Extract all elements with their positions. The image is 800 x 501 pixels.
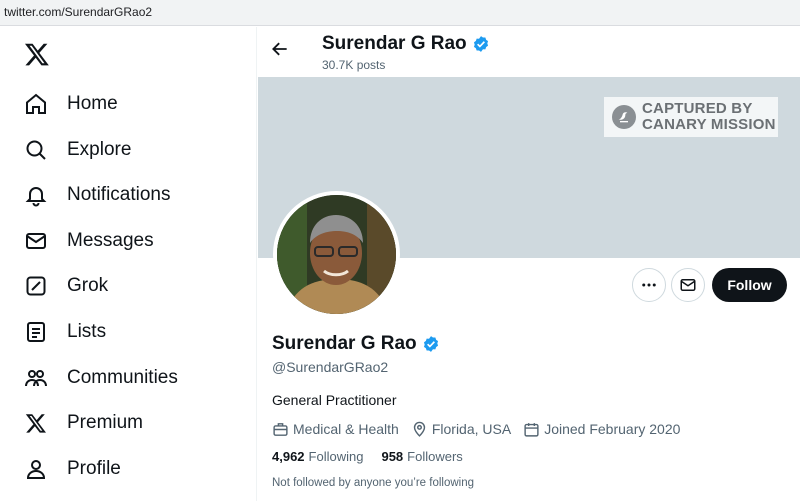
profile-meta: Medical & Health Florida, USA Joined Feb… <box>272 419 692 439</box>
profile-header-bar: Surendar G Rao 30.7K posts <box>258 27 800 77</box>
location-pin-icon <box>411 421 432 438</box>
post-count: 30.7K posts <box>322 58 386 72</box>
followers-link[interactable]: 958 Followers <box>381 449 462 464</box>
header-name: Surendar G Rao <box>322 33 490 55</box>
sidebar-item-premium[interactable]: Premium <box>22 408 143 438</box>
watermark-line-1: CAPTURED BY <box>642 100 753 117</box>
following-link[interactable]: 4,962 Following <box>272 449 363 464</box>
follow-button[interactable]: Follow <box>712 268 787 302</box>
joined-item: Joined February 2020 <box>523 421 680 438</box>
follow-stats: 4,962 Following 958 Followers <box>272 449 481 464</box>
sidebar-item-lists[interactable]: Lists <box>22 317 106 347</box>
home-icon <box>22 90 50 118</box>
profile-main: Surendar G Rao 30.7K posts CAPTURED BY C… <box>258 27 800 501</box>
calendar-icon <box>523 421 544 438</box>
search-icon <box>22 136 50 164</box>
sidebar-item-notifications[interactable]: Notifications <box>22 180 171 210</box>
profile-name: Surendar G Rao <box>272 333 440 355</box>
sidebar-item-label: Lists <box>67 321 107 342</box>
message-button[interactable] <box>671 268 705 302</box>
profile-bio: General Practitioner <box>272 392 397 408</box>
person-icon <box>22 455 50 483</box>
sidebar-item-label: Premium <box>67 412 144 433</box>
mutual-followers-note: Not followed by anyone you’re following <box>272 477 475 489</box>
sidebar-item-home[interactable]: Home <box>22 89 118 119</box>
grok-icon <box>22 272 50 300</box>
x-logo-icon[interactable] <box>24 41 50 67</box>
profile-handle: @SurendarGRao2 <box>272 359 389 375</box>
canary-bird-icon <box>612 105 636 129</box>
more-dots-icon <box>640 276 658 294</box>
envelope-icon <box>679 276 697 294</box>
briefcase-icon <box>272 421 293 438</box>
sidebar-item-label: Explore <box>67 139 132 160</box>
location-item: Florida, USA <box>411 421 511 438</box>
followers-count: 958 <box>381 449 404 464</box>
joined-text: Joined February 2020 <box>544 421 681 437</box>
verified-badge-icon <box>472 35 490 53</box>
header-name-text: Surendar G Rao <box>322 33 467 54</box>
following-label: Following <box>308 449 364 464</box>
x-logo-icon <box>22 409 50 437</box>
sidebar-item-label: Grok <box>67 275 109 296</box>
verified-badge-icon <box>422 335 440 353</box>
location-text: Florida, USA <box>431 421 512 437</box>
sidebar-item-communities[interactable]: Communities <box>22 363 178 393</box>
following-count: 4,962 <box>272 449 305 464</box>
sidebar-item-messages[interactable]: Messages <box>22 226 154 256</box>
people-icon <box>22 364 50 392</box>
profile-name-text: Surendar G Rao <box>272 333 417 354</box>
category-text: Medical & Health <box>293 421 399 437</box>
category-item: Medical & Health <box>272 421 399 438</box>
sidebar-item-label: Home <box>67 93 118 114</box>
sidebar-item-profile[interactable]: Profile <box>22 454 121 484</box>
sidebar-item-label: Profile <box>67 458 121 479</box>
back-arrow-icon[interactable] <box>270 39 294 63</box>
sidebar: Home Explore Notifications Messages Grok… <box>0 27 257 501</box>
sidebar-item-label: Messages <box>67 230 154 251</box>
more-options-button[interactable] <box>632 268 666 302</box>
sidebar-item-label: Communities <box>67 367 178 388</box>
sidebar-item-label: Notifications <box>67 184 171 205</box>
list-icon <box>22 318 50 346</box>
watermark-line-2: CANARY MISSION <box>642 116 776 133</box>
browser-address-bar[interactable]: twitter.com/SurendarGRao2 <box>0 0 800 26</box>
avatar[interactable] <box>273 191 400 318</box>
bell-icon <box>22 181 50 209</box>
followers-label: Followers <box>407 449 463 464</box>
sidebar-item-grok[interactable]: Grok <box>22 271 108 301</box>
canary-mission-watermark: CAPTURED BY CANARY MISSION <box>604 97 778 137</box>
sidebar-item-explore[interactable]: Explore <box>22 135 131 165</box>
url-text: twitter.com/SurendarGRao2 <box>4 5 153 19</box>
envelope-icon <box>22 227 50 255</box>
